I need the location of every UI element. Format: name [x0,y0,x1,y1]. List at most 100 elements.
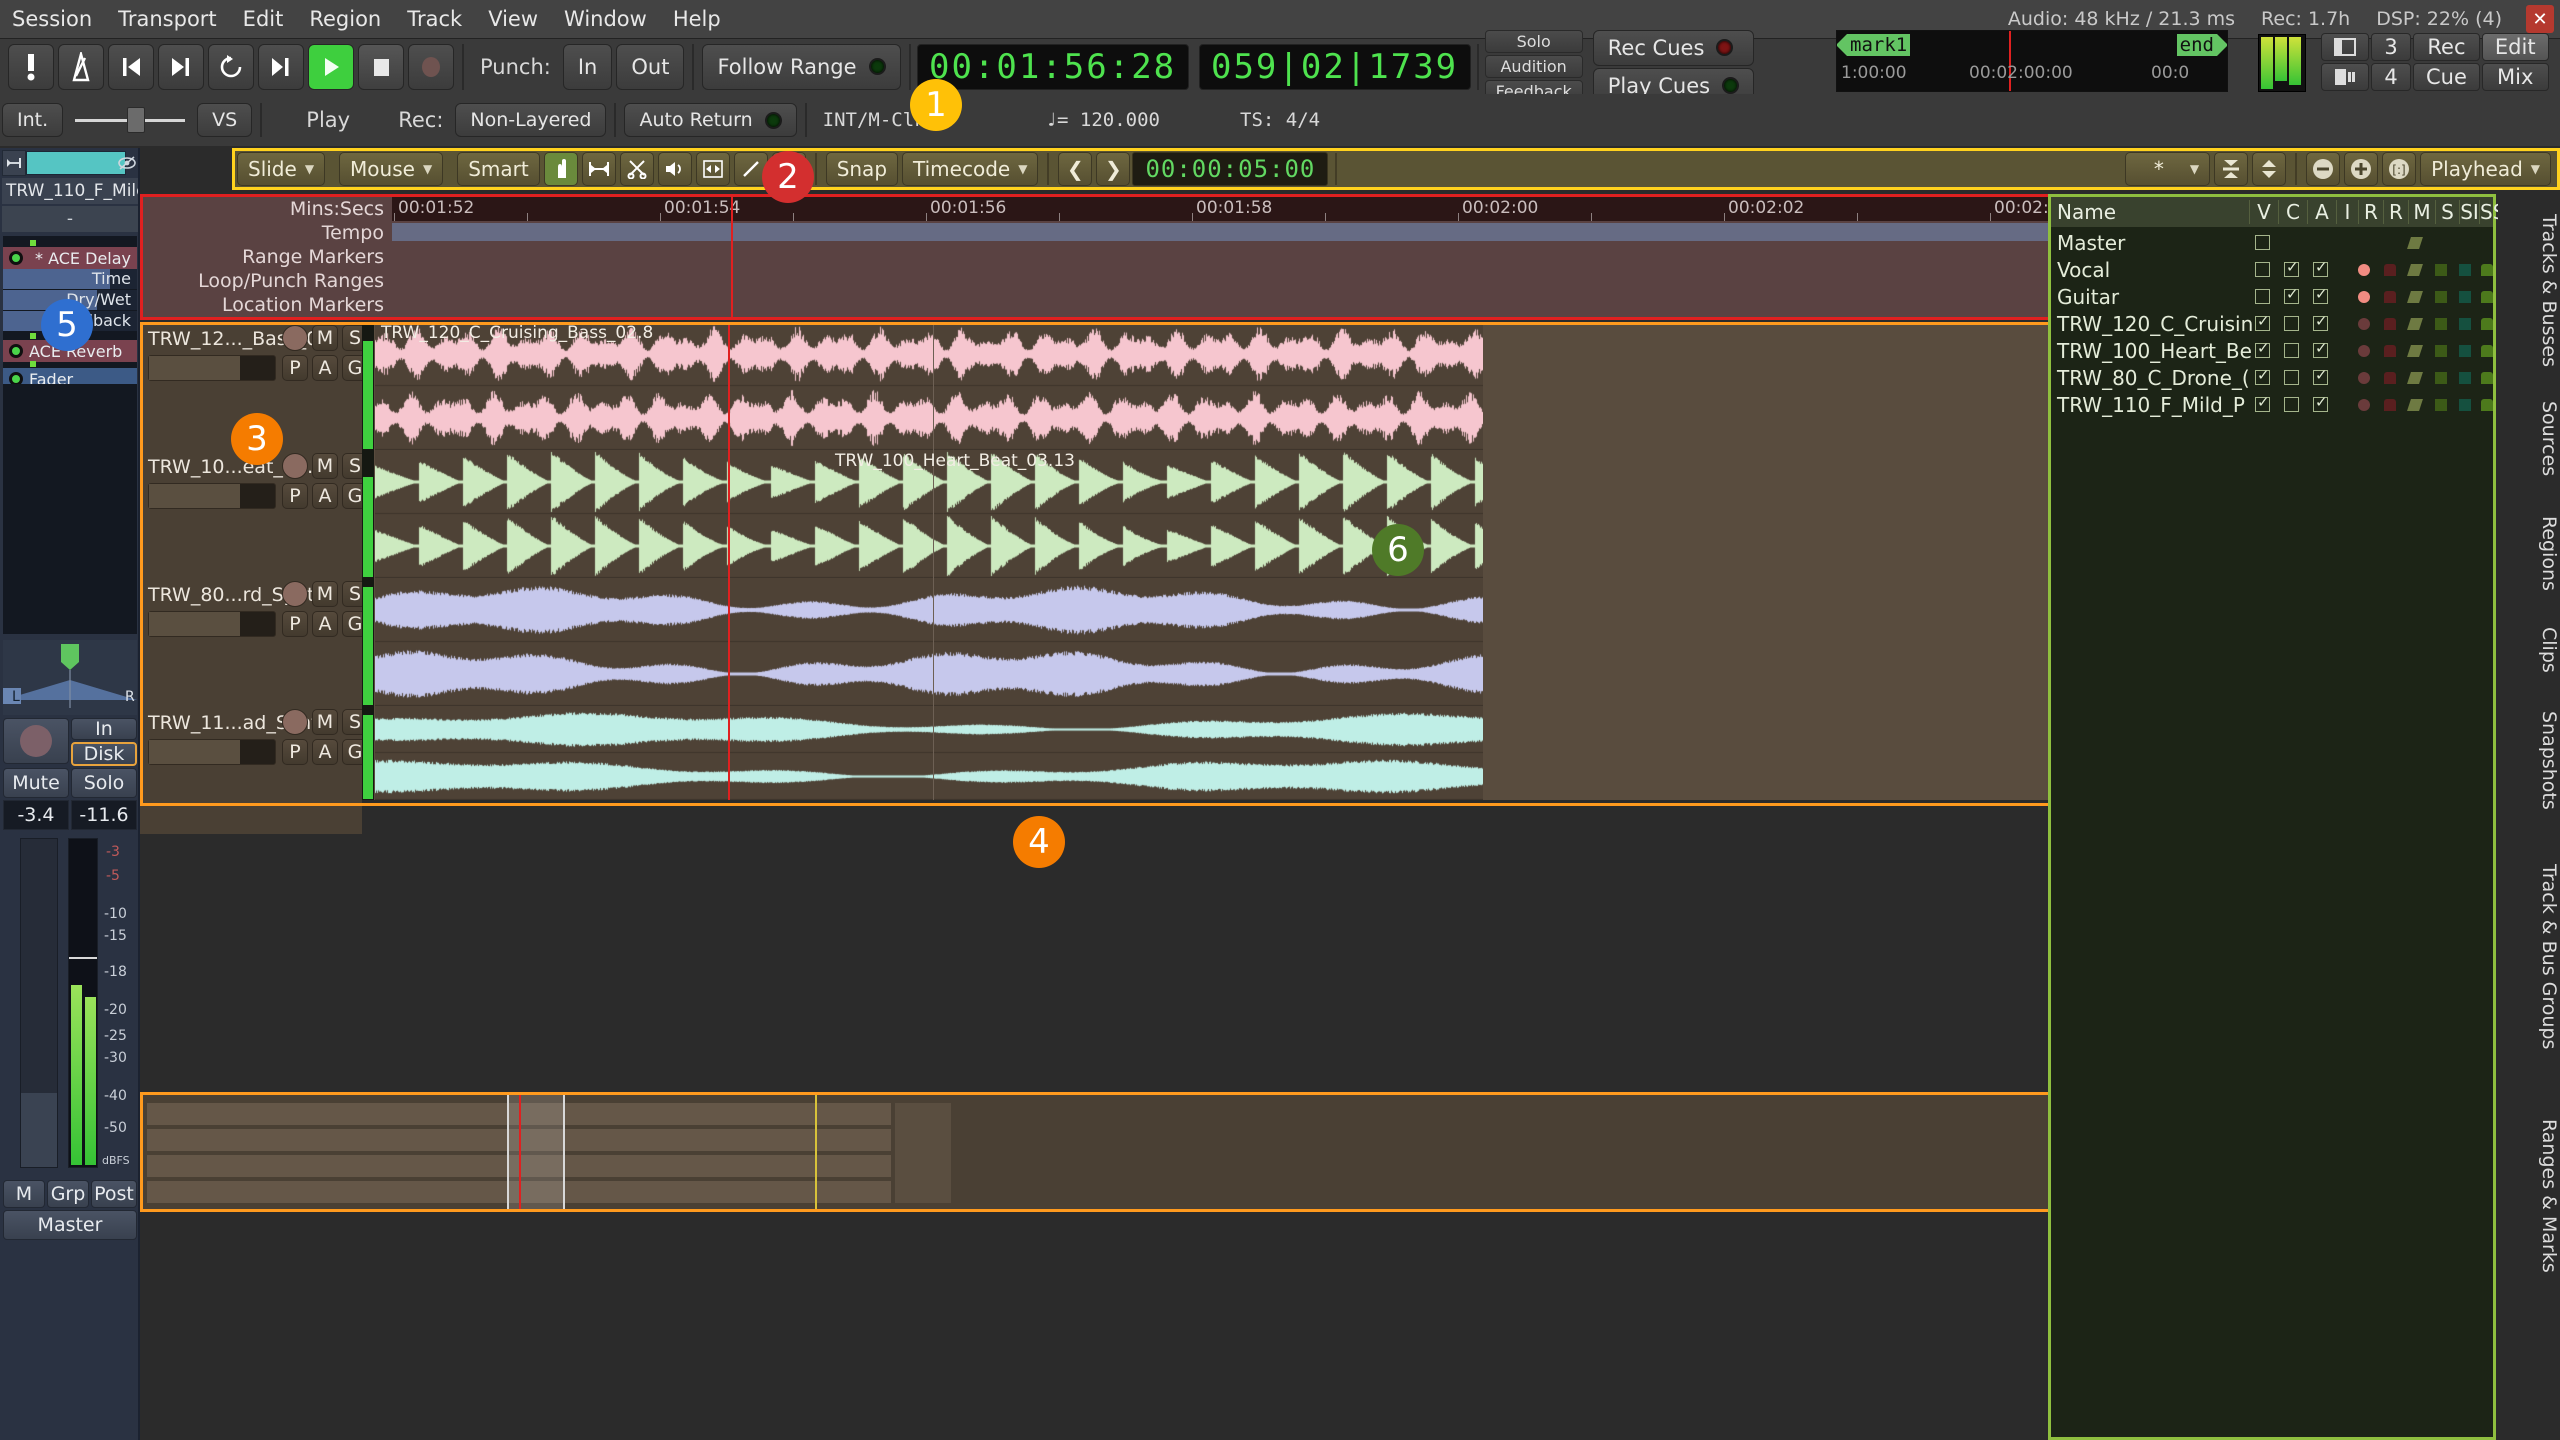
audition-tool-icon[interactable] [657,152,692,186]
chevron-left-icon[interactable]: ❮ [1058,152,1093,186]
playlist-button[interactable]: P [282,611,308,637]
checkbox-v[interactable] [2255,366,2270,385]
edit-point-clock[interactable]: 00:00:05:00 [1132,152,1329,186]
checkbox-a[interactable] [2313,285,2328,304]
shrink-tracks-icon[interactable] [2214,152,2249,186]
checkbox-v[interactable] [2255,339,2270,358]
monitor-source-button[interactable]: Int. [2,103,64,137]
state-switch[interactable] [2435,372,2447,384]
tab-cue[interactable]: Cue [2413,63,2480,91]
strip-comment-button[interactable]: - [2,206,138,232]
range-tool-icon[interactable] [581,152,616,186]
track-gain-slider[interactable] [148,611,276,637]
mute-button[interactable]: M [312,325,338,351]
state-switch[interactable] [2384,264,2396,276]
state-switch[interactable] [2407,318,2423,330]
mini-timeline[interactable]: mark1 end 1:00:00 00:02:00:00 00:0 [1836,30,2228,92]
tempo-ruler[interactable] [392,223,2245,241]
state-switch[interactable] [2384,345,2396,357]
metronome-icon[interactable] [58,43,104,90]
automation-button[interactable]: A [312,739,338,765]
column-ss[interactable]: SS [2479,200,2505,224]
menu-item-view[interactable]: View [488,7,538,31]
state-switch[interactable] [2481,345,2493,357]
play-range-icon[interactable] [258,43,304,90]
width-toggle-icon[interactable] [2,150,26,176]
editor-summary[interactable]: › [140,1092,2248,1212]
tab-rec[interactable]: Rec [2413,33,2480,61]
mute-button[interactable]: Mute [3,768,69,798]
checkbox-c[interactable] [2284,397,2299,412]
solo-indicator[interactable]: Solo [1484,30,1583,53]
disk-monitor-button[interactable]: Disk [71,742,137,766]
time-signature-display[interactable]: TS: 4/4 [1230,109,1330,131]
editor-list-row[interactable]: TRW_120_C_Cruisin [2051,310,2493,337]
state-switch[interactable] [2358,399,2370,411]
follow-range-button[interactable]: Follow Range [702,43,901,90]
checkbox-c[interactable] [2284,343,2299,358]
tab-track-bus-groups[interactable]: Track & Bus Groups [2498,832,2560,1082]
state-switch[interactable] [2459,264,2471,276]
output-button[interactable]: Master [3,1210,137,1240]
checkbox-v[interactable] [2255,289,2270,304]
record-enable-icon[interactable] [282,581,308,607]
state-switch[interactable] [2435,318,2447,330]
column-a[interactable]: A [2307,200,2336,224]
input-button-knob[interactable] [3,718,69,764]
processor-box-empty[interactable] [3,384,137,634]
state-switch[interactable] [2459,345,2471,357]
state-switch[interactable] [2358,264,2370,276]
record-enable-icon[interactable] [282,453,308,479]
midi-panic-icon[interactable] [8,43,54,90]
track-gain-slider[interactable] [148,739,276,765]
state-switch[interactable] [2481,264,2493,276]
record-enable-icon[interactable] [282,709,308,735]
checkbox-c[interactable] [2284,285,2299,304]
tab-tracks-busses[interactable]: Tracks & Busses [2498,200,2560,380]
track-gain-slider[interactable] [148,483,276,509]
checkbox-v[interactable] [2255,235,2270,250]
state-switch[interactable] [2481,291,2493,303]
state-switch[interactable] [2435,264,2447,276]
peak-value[interactable]: -11.6 [71,800,137,830]
state-switch[interactable] [2384,399,2396,411]
checkbox-a[interactable] [2313,366,2328,385]
go-to-end-icon[interactable] [158,43,204,90]
editor-list-row[interactable]: TRW_80_C_Drone_( [2051,364,2493,391]
column-s[interactable]: S [2435,200,2459,224]
playlist-button[interactable]: P [282,739,308,765]
tab-regions[interactable]: Regions [2498,498,2560,608]
state-switch[interactable] [2384,372,2396,384]
audition-indicator[interactable]: Audition [1484,55,1583,78]
input-monitor-button[interactable]: In [71,718,137,740]
state-switch[interactable] [2435,291,2447,303]
playlist-button[interactable]: P [282,355,308,381]
playlist-button[interactable]: P [282,483,308,509]
punch-in-button[interactable]: In [562,43,613,90]
auto-return-button[interactable]: Auto Return [624,103,797,137]
zoom-in-icon[interactable] [2344,152,2379,186]
state-switch[interactable] [2358,372,2370,384]
timecode-ruler[interactable]: 00:01:52 00:01:54 00:01:56 00:01:58 00:0… [392,197,2245,221]
column-name[interactable]: Name [2057,200,2116,224]
checkbox-v[interactable] [2255,393,2270,412]
column-r[interactable]: R [2358,200,2383,224]
state-switch[interactable] [2384,291,2396,303]
vs-button[interactable]: VS [197,103,253,137]
record-mode-button[interactable]: Non-Layered [455,103,607,137]
audio-region[interactable] [375,578,1483,706]
mute-button[interactable]: M [312,581,338,607]
counter-top[interactable]: 3 [2371,33,2411,61]
state-switch[interactable] [2459,291,2471,303]
checkbox-c[interactable] [2284,370,2299,385]
state-switch[interactable] [2358,291,2370,303]
state-switch[interactable] [2407,399,2423,411]
play-icon[interactable] [308,43,354,90]
gain-value[interactable]: -3.4 [3,800,69,830]
menu-item-track[interactable]: Track [407,7,462,31]
checkbox-a[interactable] [2313,312,2328,331]
editor-list-row[interactable]: TRW_100_Heart_Be [2051,337,2493,364]
column-si[interactable]: SI [2459,200,2479,224]
menu-item-region[interactable]: Region [309,7,381,31]
summary-view-rect[interactable] [507,1095,565,1209]
